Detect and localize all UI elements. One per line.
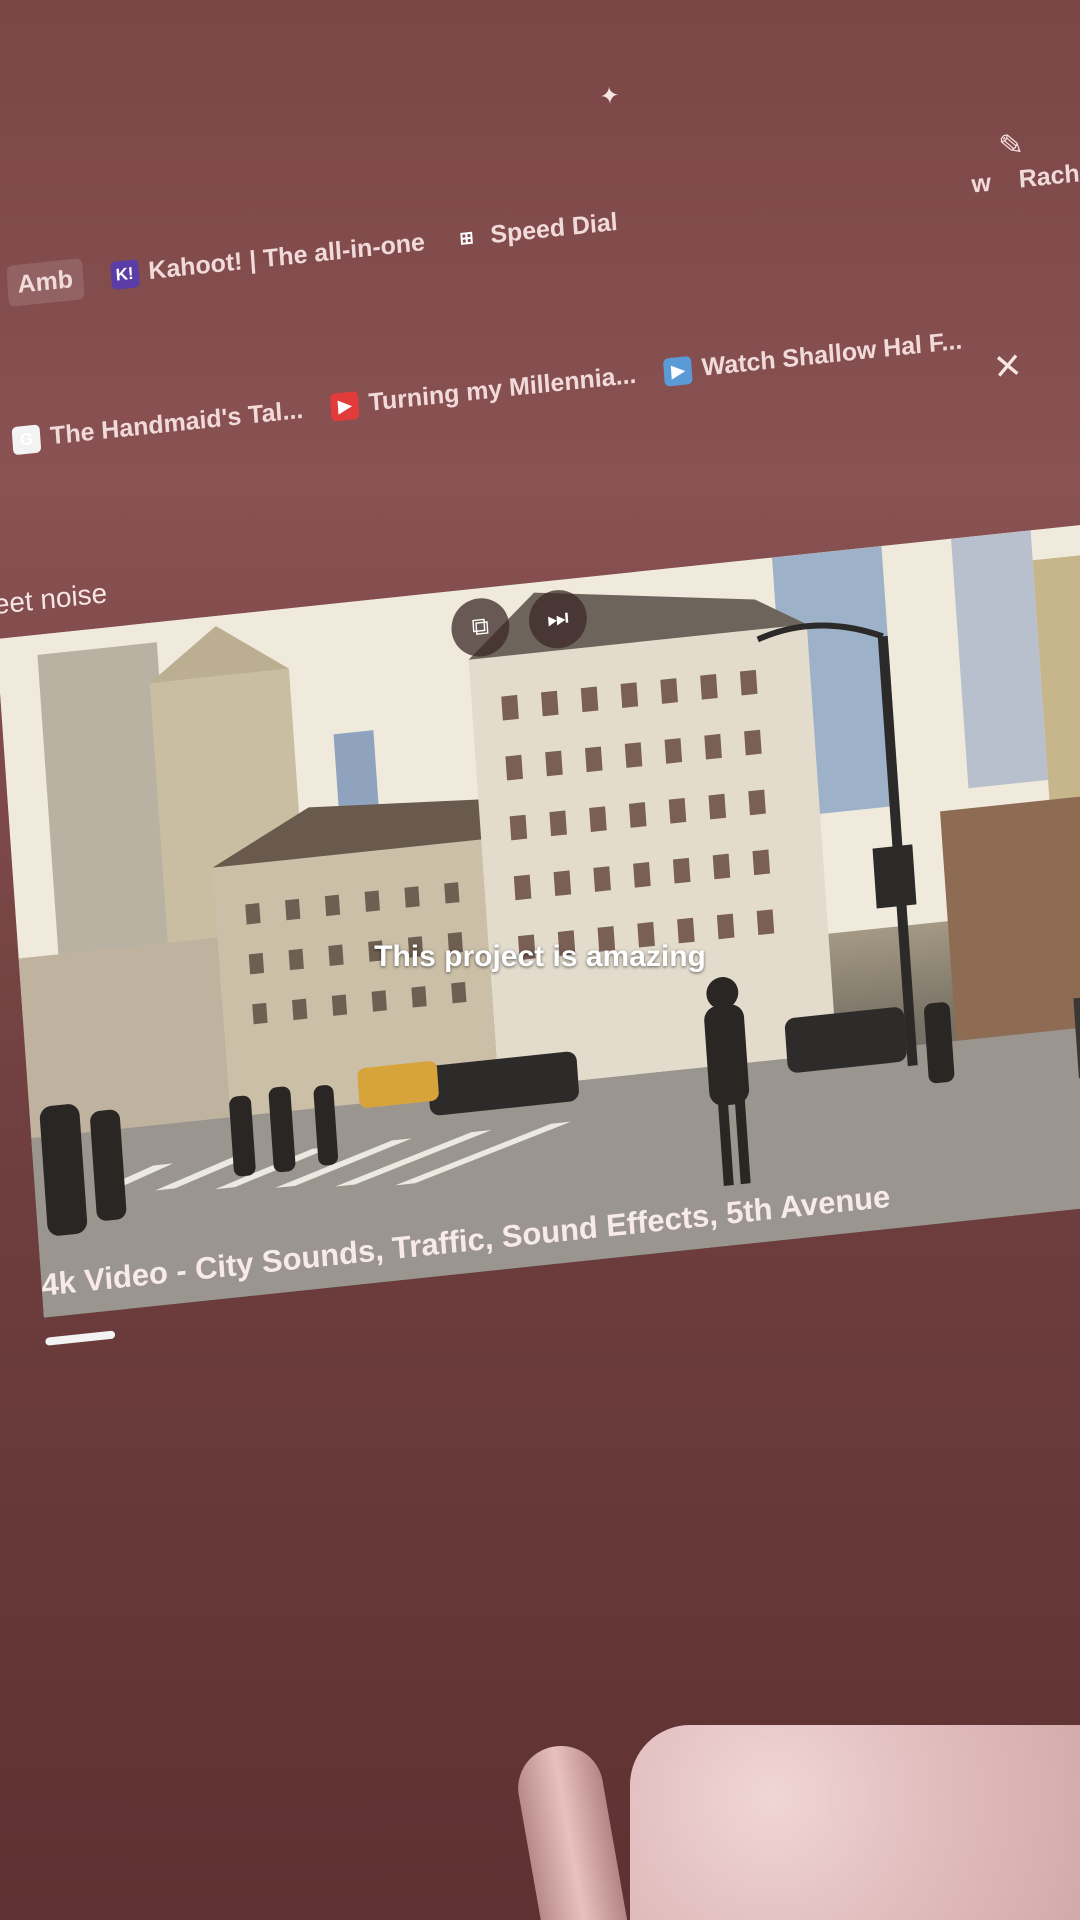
bookmark-shallow-hal[interactable]: ▶ Watch Shallow Hal F... xyxy=(663,326,963,387)
kahoot-icon: K! xyxy=(109,258,140,290)
toolbar-icons: × xyxy=(992,324,1080,393)
bookmark-label: The Handmaid's Tal... xyxy=(49,395,304,451)
bookmark-kahoot[interactable]: K! Kahoot! | The all-in-one xyxy=(109,228,426,290)
blanket xyxy=(630,1725,1080,1920)
sparkle-icon[interactable]: ✦ xyxy=(599,81,621,112)
close-icon[interactable]: × xyxy=(992,337,1022,392)
tab-title[interactable]: eet noise xyxy=(0,577,108,621)
bookmark-label: Watch Shallow Hal F... xyxy=(700,326,963,382)
google-icon: G xyxy=(11,423,42,455)
bookmarks-bar: Amb K! Kahoot! | The all-in-one ⊞ Speed … xyxy=(6,148,1080,307)
photo: ✦ ✎ Amb K! Kahoot! | The all-in-one ⊞ Sp… xyxy=(0,0,1080,1920)
bookmark-rachel[interactable]: Rachel M xyxy=(1018,154,1080,194)
bookmark-w[interactable]: w xyxy=(971,169,992,200)
bookmark-handmaids-tale[interactable]: G The Handmaid's Tal... xyxy=(11,396,304,455)
bookmark-label: Turning my Millennia... xyxy=(367,360,638,417)
youtube-icon: ▶ xyxy=(329,390,360,422)
bookmark-label: Amb xyxy=(16,265,74,299)
play-icon: ▶ xyxy=(663,355,693,387)
bookmarks-bar-secondary: G The Handmaid's Tal... ▶ Turning my Mil… xyxy=(11,326,963,455)
next-video-icon[interactable]: ⏭ xyxy=(527,587,589,652)
video-progress-bar[interactable] xyxy=(45,1330,116,1346)
projected-browser: ✦ ✎ Amb K! Kahoot! | The all-in-one ⊞ Sp… xyxy=(0,0,1080,1468)
picture-in-picture-icon[interactable]: ⧉ xyxy=(449,595,512,660)
finger xyxy=(511,1739,634,1920)
bookmark-speed-dial[interactable]: ⊞ Speed Dial xyxy=(452,208,619,254)
bookmark-turning-millennial[interactable]: ▶ Turning my Millennia... xyxy=(329,360,638,422)
overlay-caption: This project is amazing xyxy=(374,940,706,973)
bookmark-amb[interactable]: Amb xyxy=(6,258,85,307)
speed-dial-icon: ⊞ xyxy=(458,227,475,248)
bookmark-label: Speed Dial xyxy=(489,207,619,250)
bookmark-label: Kahoot! | The all-in-one xyxy=(147,228,426,286)
